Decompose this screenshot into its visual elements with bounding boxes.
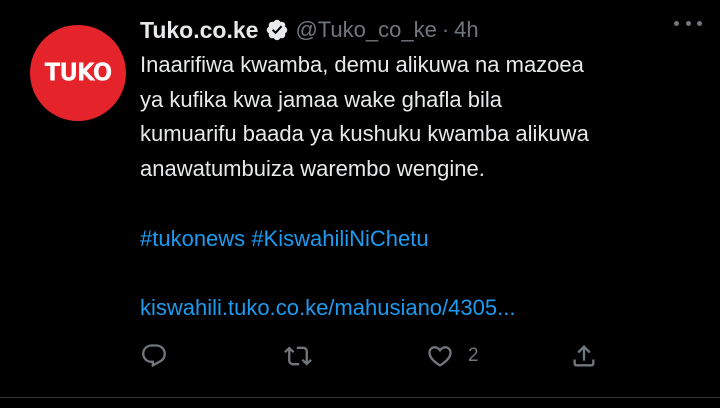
- avatar[interactable]: TUKO: [30, 25, 126, 121]
- hashtag-link[interactable]: #KiswahiliNiChetu: [251, 226, 428, 251]
- tweet-text-line: ya kufika kwa jamaa wake ghafla bila: [140, 86, 502, 112]
- tweet-text-line: anawatumbuiza warembo wengine.: [140, 155, 485, 181]
- retweet-button[interactable]: [284, 336, 326, 376]
- share-icon: [573, 345, 595, 367]
- like-button[interactable]: 2: [426, 336, 479, 376]
- separator-dot: ·: [441, 17, 450, 42]
- verified-badge-icon: [265, 18, 289, 42]
- tweet-text: Inaarifiwa kwamba, demu alikuwa na mazoe…: [140, 48, 710, 186]
- display-name[interactable]: Tuko.co.ke: [140, 17, 258, 44]
- tweet-text-line: Inaarifiwa kwamba, demu alikuwa na mazoe…: [140, 52, 584, 77]
- retweet-icon: [284, 346, 312, 366]
- heart-icon: [428, 346, 452, 367]
- tweet-actions: 2: [140, 336, 610, 376]
- tweet-header: Tuko.co.ke @Tuko_co_ke · 4h: [140, 14, 700, 46]
- tweet-text-line: kumuarifu baada ya kushuku kwamba alikuw…: [140, 121, 589, 146]
- share-button[interactable]: [570, 336, 598, 376]
- user-handle[interactable]: @Tuko_co_ke: [295, 17, 436, 43]
- divider: [0, 397, 720, 398]
- reply-button[interactable]: [140, 336, 182, 376]
- hashtag-link[interactable]: #tukonews: [140, 226, 245, 251]
- like-count: 2: [468, 345, 479, 366]
- avatar-logo-text: TUKO: [44, 58, 113, 88]
- reply-icon: [142, 344, 166, 368]
- timestamp[interactable]: 4h: [454, 17, 478, 43]
- external-link[interactable]: kiswahili.tuko.co.ke/mahusiano/4305...: [140, 291, 515, 325]
- hashtag-row: #tukonews #KiswahiliNiChetu: [140, 222, 429, 256]
- tweet[interactable]: TUKO Tuko.co.ke @Tuko_co_ke · 4h Inaarif…: [0, 0, 720, 408]
- more-horizontal-icon[interactable]: [674, 18, 702, 28]
